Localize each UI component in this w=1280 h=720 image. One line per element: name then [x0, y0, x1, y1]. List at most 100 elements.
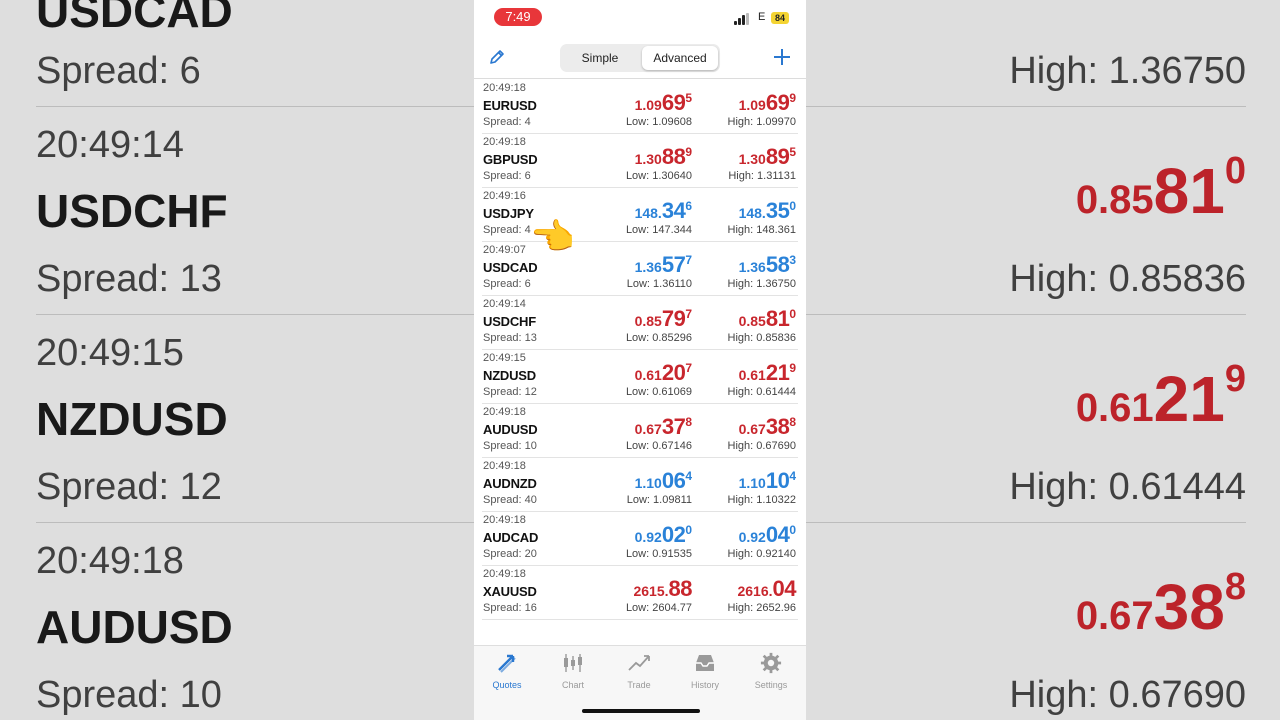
ask-price[interactable]: 148.350 — [686, 198, 796, 224]
quote-spread: Spread: 6 — [483, 278, 531, 290]
ask-price-prefix: 1.09 — [738, 97, 766, 113]
quote-symbol: GBPUSD — [483, 152, 538, 167]
quote-symbol: USDCAD — [483, 260, 538, 275]
bid-price-pips: 37 — [661, 414, 686, 439]
quote-high: High: 0.61444 — [727, 386, 797, 398]
tab-history[interactable]: History — [672, 652, 738, 692]
bid-price-pips: 34 — [661, 198, 686, 223]
bid-price-pips: 69 — [661, 90, 686, 115]
quote-row[interactable]: 20:49:18 GBPUSD Spread: 6 1.30889 1.30895 Low… — [474, 134, 806, 188]
signal-icon — [734, 13, 750, 25]
quote-row[interactable]: 20:49:15 NZDUSD Spread: 12 0.61207 0.61219 Lo… — [474, 350, 806, 404]
quote-row[interactable]: 20:49:07 USDCAD Spread: 6 1.36577 1.36583 Low… — [474, 242, 806, 296]
bid-price-pips: 06 — [661, 468, 686, 493]
tab-label: History — [690, 680, 719, 690]
quote-high: High: 2652.96 — [727, 602, 797, 614]
ask-price[interactable]: 1.10104 — [686, 468, 796, 494]
bid-price[interactable]: 0.67378 — [582, 414, 692, 440]
quote-symbol: AUDNZD — [483, 476, 537, 491]
home-indicator[interactable] — [582, 709, 700, 713]
status-bar: 7:49 E 84 — [474, 0, 806, 36]
plus-icon[interactable] — [770, 46, 794, 70]
mode-advanced-tab[interactable]: Advanced — [642, 46, 718, 70]
quote-row[interactable]: 20:49:18 XAUUSD Spread: 16 2615.88 2616.04 Lo… — [474, 566, 806, 620]
ask-price-fraction: 5 — [789, 145, 796, 159]
quote-symbol: USDCHF — [483, 314, 536, 329]
quote-spread: Spread: 12 — [483, 386, 537, 398]
bid-price[interactable]: 2615.88 — [582, 576, 692, 602]
quote-low: Low: 0.67146 — [625, 440, 692, 452]
ask-price[interactable]: 1.30895 — [686, 144, 796, 170]
ask-price-prefix: 0.61 — [738, 367, 766, 383]
bid-price[interactable]: 148.346 — [582, 198, 692, 224]
status-time[interactable]: 7:49 — [494, 8, 542, 26]
ask-price-pips: 21 — [765, 360, 790, 385]
ask-price[interactable]: 2616.04 — [686, 576, 796, 602]
bid-price[interactable]: 1.36577 — [582, 252, 692, 278]
ask-price[interactable]: 0.85810 — [686, 306, 796, 332]
tab-quotes[interactable]: Quotes — [474, 652, 540, 692]
bid-price-prefix: 1.36 — [634, 259, 662, 275]
tab-settings[interactable]: Settings — [738, 652, 804, 692]
quote-spread: Spread: 16 — [483, 602, 537, 614]
bid-price-pips: 57 — [661, 252, 686, 277]
quote-spread: Spread: 4 — [483, 224, 531, 236]
quote-time: 20:49:18 — [483, 460, 526, 472]
bid-price[interactable]: 0.92020 — [582, 522, 692, 548]
quote-symbol: XAUUSD — [483, 584, 537, 599]
battery-icon: 84 — [771, 12, 789, 24]
gear-icon — [738, 652, 804, 676]
quote-row[interactable]: 20:49:18 AUDNZD Spread: 40 1.10064 1.10104 Lo… — [474, 458, 806, 512]
quote-row[interactable]: 20:49:16 USDJPY Spread: 4 148.346 148.350 Low… — [474, 188, 806, 242]
bid-price-pips: 20 — [661, 360, 686, 385]
bid-price[interactable]: 1.10064 — [582, 468, 692, 494]
quote-spread: Spread: 4 — [483, 116, 531, 128]
quote-spread: Spread: 10 — [483, 440, 537, 452]
quote-row[interactable]: 20:49:18 AUDCAD Spread: 20 0.92020 0.92040 Lo… — [474, 512, 806, 566]
quote-low: Low: 0.85296 — [625, 332, 692, 344]
network-type: E — [758, 11, 766, 23]
mode-simple-tab[interactable]: Simple — [562, 46, 638, 70]
tab-label: Settings — [754, 680, 788, 690]
ask-price-pips: 35 — [765, 198, 790, 223]
quote-high: High: 0.67690 — [727, 440, 797, 452]
ask-price-pips: 10 — [765, 468, 790, 493]
inbox-icon — [672, 652, 738, 676]
ask-price-pips: 04 — [772, 576, 797, 601]
quote-row[interactable]: 20:49:18 AUDUSD Spread: 10 0.67378 0.67388 Lo… — [474, 404, 806, 458]
ask-price[interactable]: 0.61219 — [686, 360, 796, 386]
mode-segmented-control: Simple Advanced — [560, 44, 720, 72]
quote-spread: Spread: 6 — [483, 170, 531, 182]
bid-price-pips: 88 — [661, 144, 686, 169]
quote-high: High: 1.09970 — [727, 116, 797, 128]
bid-price[interactable]: 1.30889 — [582, 144, 692, 170]
bid-price[interactable]: 0.85797 — [582, 306, 692, 332]
tab-trade[interactable]: Trade — [606, 652, 672, 692]
ask-price[interactable]: 1.36583 — [686, 252, 796, 278]
bid-price[interactable]: 0.61207 — [582, 360, 692, 386]
bid-price-prefix: 0.67 — [634, 421, 662, 437]
ask-price[interactable]: 0.67388 — [686, 414, 796, 440]
toolbar-divider — [474, 78, 806, 79]
bid-price-prefix: 0.85 — [634, 313, 662, 329]
ask-price[interactable]: 0.92040 — [686, 522, 796, 548]
bid-price[interactable]: 1.09695 — [582, 90, 692, 116]
bid-price-prefix: 1.30 — [634, 151, 662, 167]
bottom-tab-bar: Quotes Chart Trade History Settings — [474, 645, 806, 720]
quote-row[interactable]: 20:49:14 USDCHF Spread: 13 0.85797 0.85810 Lo… — [474, 296, 806, 350]
quote-low: Low: 0.91535 — [625, 548, 692, 560]
bid-price-prefix: 148. — [634, 205, 662, 221]
quotes-icon — [474, 652, 540, 676]
tab-label: Quotes — [492, 680, 522, 690]
quote-high: High: 1.10322 — [727, 494, 797, 506]
quote-row[interactable]: 20:49:18 EURUSD Spread: 4 1.09695 1.09699 Low… — [474, 80, 806, 134]
tab-label: Chart — [561, 680, 584, 690]
pencil-icon[interactable] — [486, 48, 508, 70]
bid-price-prefix: 0.92 — [634, 529, 662, 545]
tab-chart[interactable]: Chart — [540, 652, 606, 692]
bid-price-prefix: 2615. — [633, 583, 669, 599]
ask-price-fraction: 9 — [789, 91, 796, 105]
quote-spread: Spread: 40 — [483, 494, 537, 506]
ask-price[interactable]: 1.09699 — [686, 90, 796, 116]
ask-price-pips: 58 — [765, 252, 790, 277]
